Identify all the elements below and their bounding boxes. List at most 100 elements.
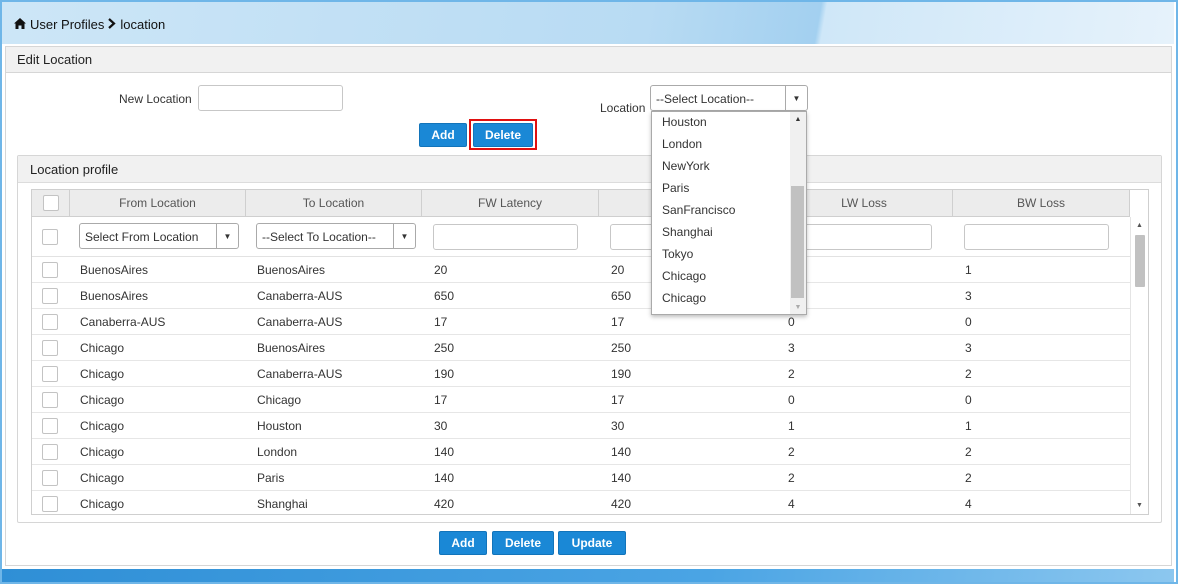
row-checkbox[interactable] bbox=[42, 418, 58, 434]
from-location-cell: BuenosAires bbox=[80, 289, 149, 303]
bw-loss-cell: 3 bbox=[965, 289, 972, 303]
table-row[interactable]: Chicago Paris 140 140 2 2 bbox=[32, 465, 1130, 491]
row-checkbox[interactable] bbox=[42, 496, 58, 512]
chevron-down-icon[interactable]: ▼ bbox=[216, 224, 238, 248]
filter-row: Select From Location ▼ --Select To Locat… bbox=[32, 217, 1130, 257]
row-checkbox[interactable] bbox=[42, 288, 58, 304]
dropdown-option[interactable]: Chicago bbox=[662, 291, 706, 305]
lw-loss-cell: 2 bbox=[788, 471, 795, 485]
breadcrumb-root[interactable]: User Profiles bbox=[30, 17, 104, 32]
table-row[interactable]: Chicago Houston 30 30 1 1 bbox=[32, 413, 1130, 439]
scroll-up-icon[interactable]: ▲ bbox=[790, 116, 806, 123]
dropdown-scroll-thumb[interactable] bbox=[791, 186, 804, 298]
bottom-bar bbox=[2, 569, 1174, 582]
to-location-cell: Canaberra-AUS bbox=[257, 315, 343, 329]
table-row[interactable]: Chicago BuenosAires 250 250 3 3 bbox=[32, 335, 1130, 361]
dropdown-option[interactable]: Houston bbox=[662, 115, 707, 129]
from-location-cell: Canaberra-AUS bbox=[80, 315, 166, 329]
add-button[interactable]: Add bbox=[439, 531, 487, 555]
location-select[interactable]: --Select Location-- ▼ bbox=[650, 85, 808, 111]
dropdown-option[interactable]: Paris bbox=[662, 181, 689, 195]
from-location-cell: Chicago bbox=[80, 393, 125, 407]
edit-location-title: Edit Location bbox=[6, 47, 1171, 73]
new-location-input[interactable] bbox=[198, 85, 343, 111]
add-location-button[interactable]: Add bbox=[419, 123, 467, 147]
dropdown-option[interactable]: London bbox=[662, 137, 702, 151]
filter-checkbox[interactable] bbox=[42, 229, 58, 245]
from-location-filter-value: Select From Location bbox=[85, 230, 199, 244]
column-header-fw-latency[interactable]: FW Latency bbox=[422, 190, 599, 216]
chevron-down-icon[interactable]: ▼ bbox=[785, 86, 807, 110]
row-checkbox[interactable] bbox=[42, 262, 58, 278]
lw-loss-cell: 2 bbox=[788, 445, 795, 459]
dropdown-option[interactable]: SanFrancisco bbox=[662, 203, 735, 217]
table-row[interactable]: Chicago Shanghai 420 420 4 4 bbox=[32, 491, 1130, 514]
table-row[interactable]: Chicago Canaberra-AUS 190 190 2 2 bbox=[32, 361, 1130, 387]
location-select-value: --Select Location-- bbox=[656, 92, 755, 106]
scroll-down-icon[interactable]: ▼ bbox=[790, 304, 806, 311]
column-header-from-location[interactable]: From Location bbox=[70, 190, 246, 216]
from-location-cell: Chicago bbox=[80, 445, 125, 459]
grid-header: From Location To Location FW Latency LW … bbox=[32, 190, 1130, 217]
hidden-column-cell: 20 bbox=[611, 263, 625, 277]
hidden-column-cell: 140 bbox=[611, 471, 632, 485]
column-header-bw-loss[interactable]: BW Loss bbox=[953, 190, 1130, 216]
delete-location-button[interactable]: Delete bbox=[473, 123, 533, 147]
hidden-column-cell: 650 bbox=[611, 289, 632, 303]
dropdown-scrollbar[interactable]: ▲ ▼ bbox=[790, 112, 806, 314]
hidden-column-cell: 250 bbox=[611, 341, 632, 355]
bw-loss-cell: 4 bbox=[965, 497, 972, 511]
table-row[interactable]: BuenosAires Canaberra-AUS 650 650 3 bbox=[32, 283, 1130, 309]
to-location-cell: Canaberra-AUS bbox=[257, 289, 343, 303]
dropdown-option[interactable]: Chicago bbox=[662, 269, 706, 283]
hidden-column-cell: 17 bbox=[611, 315, 625, 329]
to-location-cell: Shanghai bbox=[257, 497, 308, 511]
row-checkbox[interactable] bbox=[42, 444, 58, 460]
update-button[interactable]: Update bbox=[558, 531, 626, 555]
lw-loss-filter[interactable] bbox=[787, 224, 932, 250]
dropdown-option[interactable]: Shanghai bbox=[662, 225, 713, 239]
new-location-label: New Location bbox=[119, 92, 192, 106]
breadcrumb-current: location bbox=[120, 17, 166, 32]
bw-loss-cell: 1 bbox=[965, 263, 972, 277]
row-checkbox[interactable] bbox=[42, 366, 58, 382]
select-all-cell bbox=[32, 190, 70, 216]
select-all-checkbox[interactable] bbox=[42, 195, 59, 211]
from-location-filter[interactable]: Select From Location ▼ bbox=[79, 223, 239, 249]
bw-loss-filter[interactable] bbox=[964, 224, 1109, 250]
to-location-cell: London bbox=[257, 445, 298, 459]
hidden-column-cell: 420 bbox=[611, 497, 632, 511]
delete-button[interactable]: Delete bbox=[492, 531, 554, 555]
breadcrumb: User Profiles location bbox=[14, 17, 165, 32]
from-location-cell: Chicago bbox=[80, 367, 125, 381]
row-checkbox[interactable] bbox=[42, 314, 58, 330]
column-header-to-location[interactable]: To Location bbox=[246, 190, 422, 216]
fw-latency-filter[interactable] bbox=[433, 224, 578, 250]
fw-latency-cell: 20 bbox=[434, 263, 448, 277]
scroll-up-icon[interactable]: ▲ bbox=[1131, 219, 1148, 233]
table-row[interactable]: Canaberra-AUS Canaberra-AUS 17 17 0 0 bbox=[32, 309, 1130, 335]
scroll-thumb[interactable] bbox=[1135, 235, 1145, 287]
dropdown-option[interactable]: Tokyo bbox=[662, 247, 693, 261]
bw-loss-cell: 2 bbox=[965, 367, 972, 381]
from-location-cell: Chicago bbox=[80, 471, 125, 485]
table-row[interactable]: Chicago Chicago 17 17 0 0 bbox=[32, 387, 1130, 413]
fw-latency-cell: 250 bbox=[434, 341, 455, 355]
row-checkbox[interactable] bbox=[42, 470, 58, 486]
bw-loss-cell: 0 bbox=[965, 393, 972, 407]
row-checkbox[interactable] bbox=[42, 392, 58, 408]
to-location-filter[interactable]: --Select To Location-- ▼ bbox=[256, 223, 416, 249]
grid-scrollbar[interactable]: ▲ ▼ bbox=[1130, 217, 1148, 514]
fw-latency-cell: 30 bbox=[434, 419, 448, 433]
row-checkbox[interactable] bbox=[42, 340, 58, 356]
home-icon[interactable] bbox=[14, 17, 26, 32]
location-dropdown-list: Houston London NewYork Paris SanFrancisco Sha… bbox=[651, 111, 807, 315]
dropdown-option[interactable]: NewYork bbox=[662, 159, 710, 173]
scroll-down-icon[interactable]: ▼ bbox=[1131, 499, 1148, 513]
table-row[interactable]: BuenosAires BuenosAires 20 20 1 bbox=[32, 257, 1130, 283]
chevron-down-icon[interactable]: ▼ bbox=[393, 224, 415, 248]
top-bar: User Profiles location bbox=[2, 2, 1174, 44]
lw-loss-cell: 0 bbox=[788, 393, 795, 407]
hidden-column-cell: 140 bbox=[611, 445, 632, 459]
table-row[interactable]: Chicago London 140 140 2 2 bbox=[32, 439, 1130, 465]
